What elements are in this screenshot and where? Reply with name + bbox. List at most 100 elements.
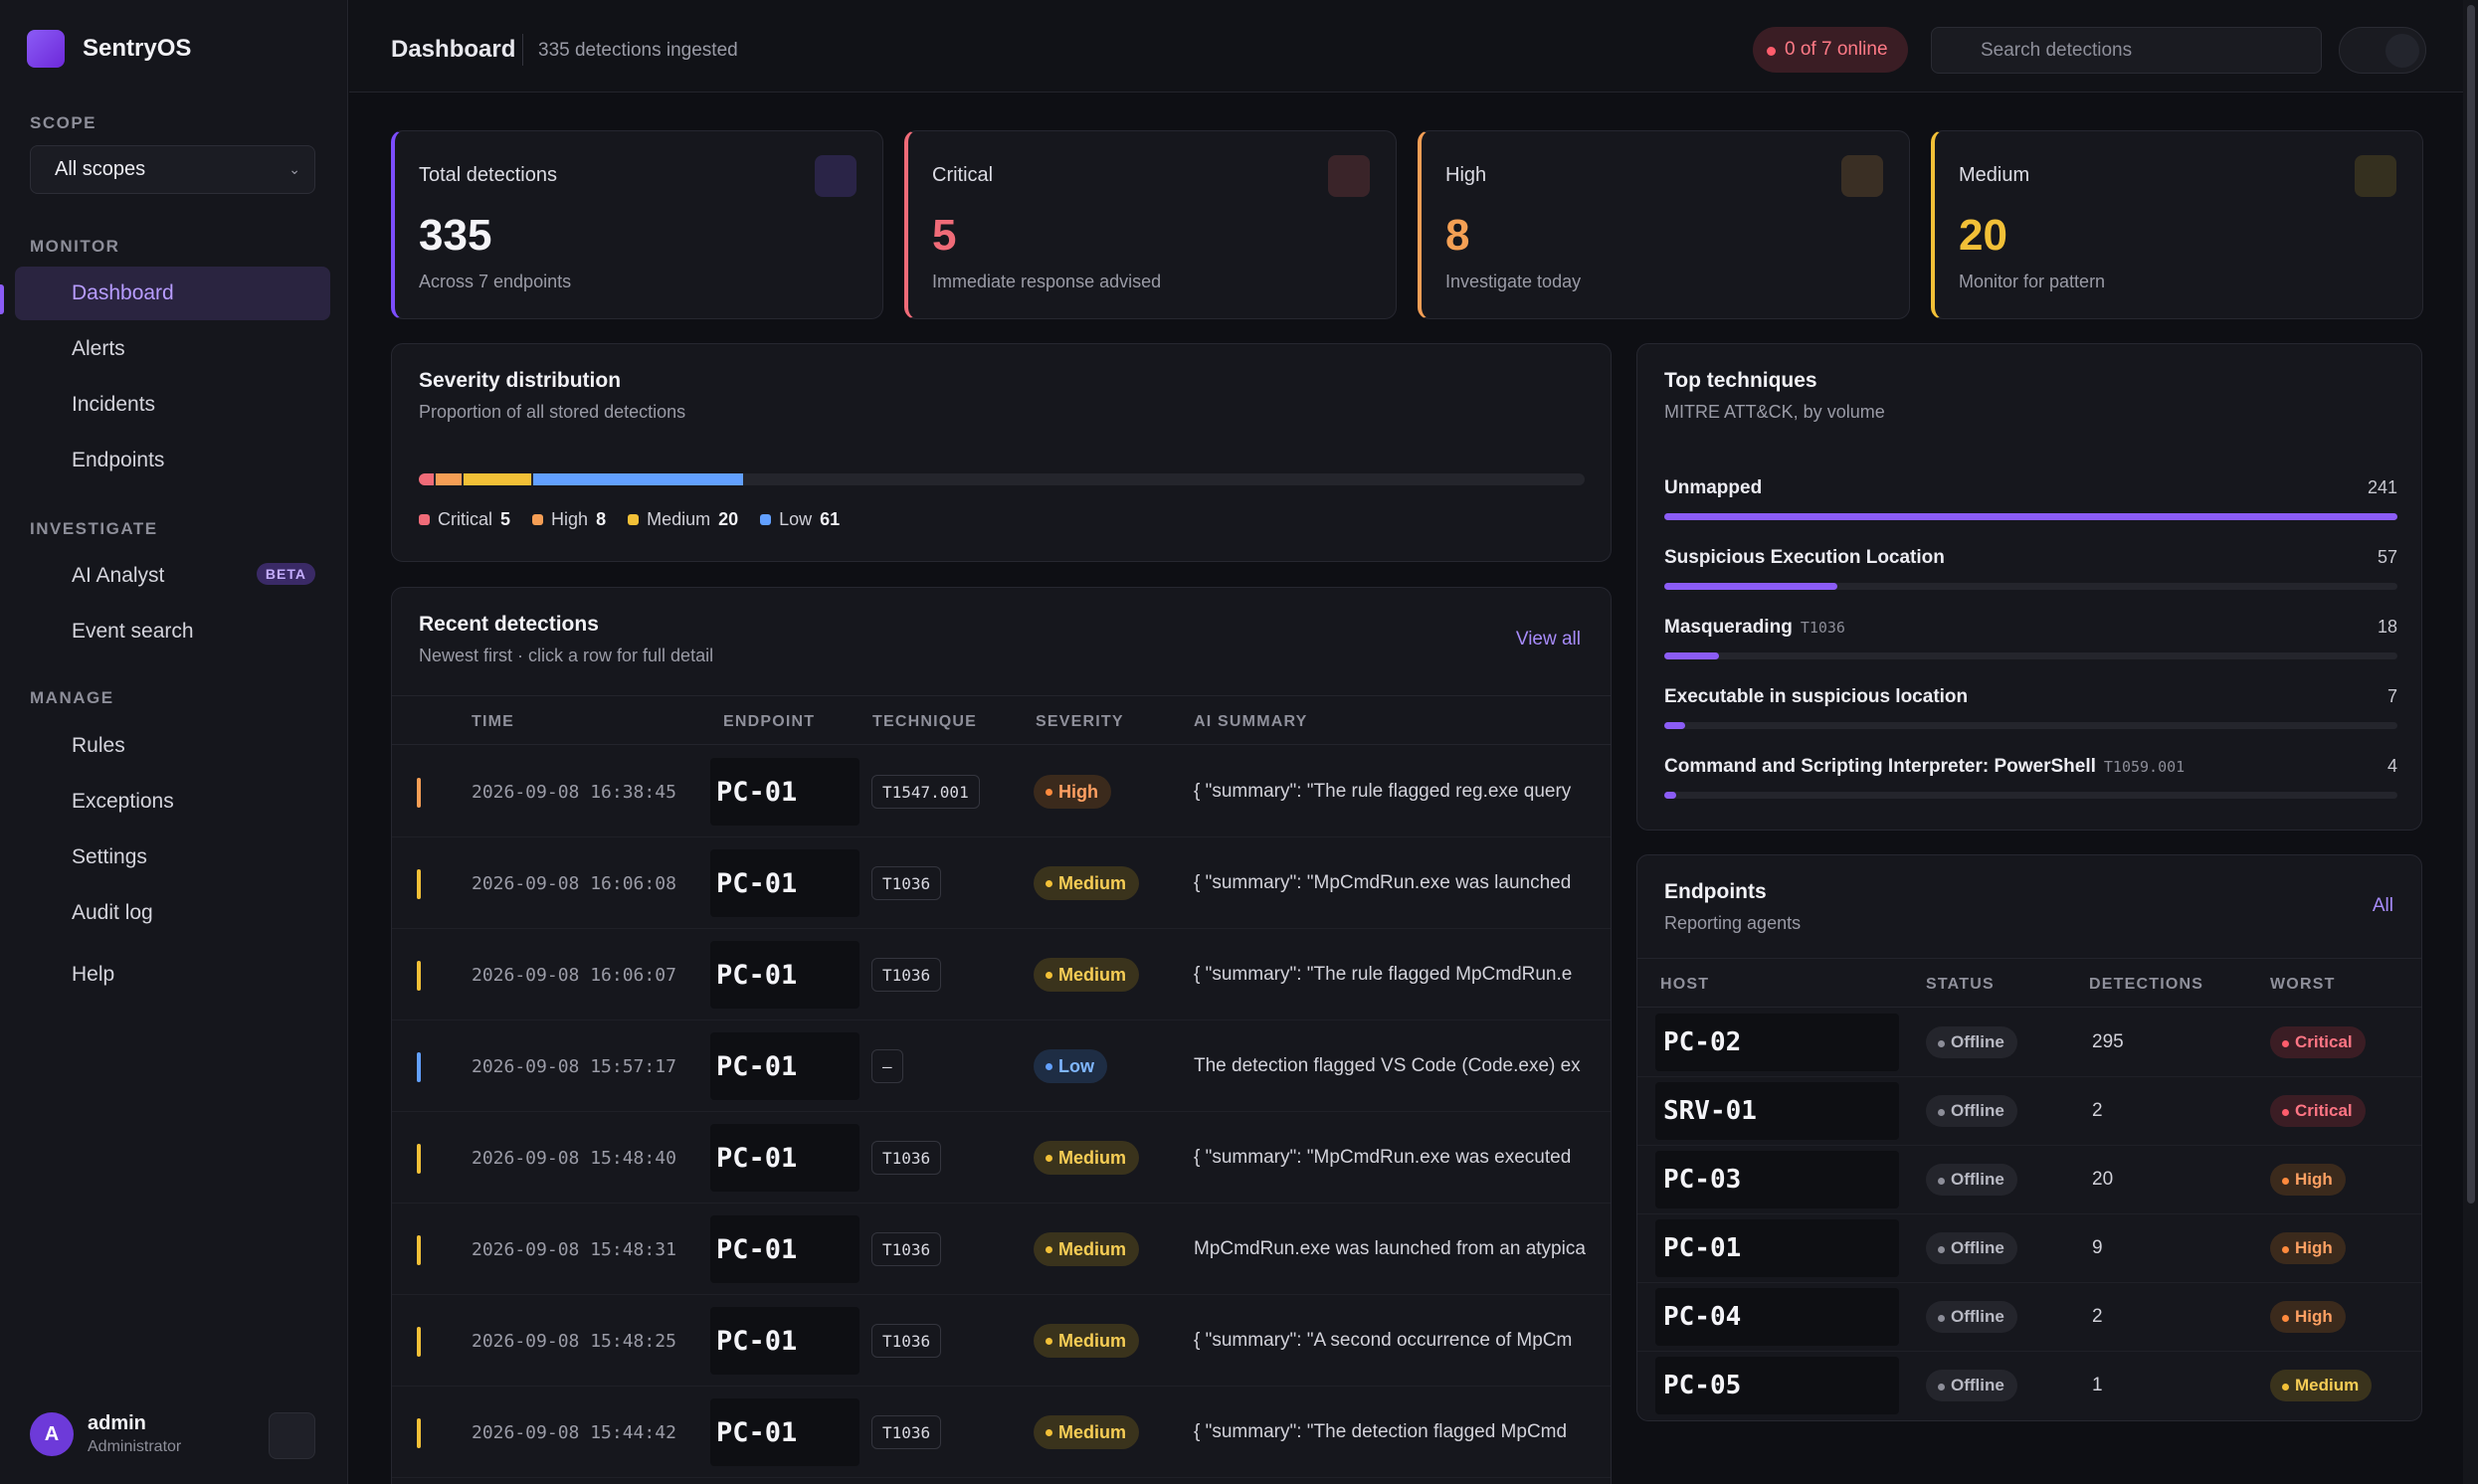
severity-badge: Low xyxy=(1034,1049,1107,1083)
nav-label: Audit log xyxy=(72,901,153,924)
severity-segment-medium xyxy=(464,473,531,485)
brand-logo-icon xyxy=(27,30,65,68)
kpi-high-card: High 8 Investigate today xyxy=(1418,130,1910,319)
detections-icon xyxy=(815,155,857,197)
severity-label: Medium xyxy=(1058,1238,1127,1259)
endpoint-row[interactable]: PC-03 Offline 20 High xyxy=(1637,1146,2421,1214)
table-row[interactable]: 2026-09-08 16:38:45 PC-01 T1547.001 High… xyxy=(392,746,1611,837)
nav-ai-analyst[interactable]: AI Analyst BETA xyxy=(15,549,330,603)
col-host[interactable]: HOST xyxy=(1660,976,1709,994)
scope-section-label: SCOPE xyxy=(30,113,97,132)
nav-event-search[interactable]: Event search xyxy=(15,605,330,658)
technique-label: Executable in suspicious location xyxy=(1664,686,1969,707)
col-time[interactable]: TIME xyxy=(472,713,514,731)
technique-id: T1036 xyxy=(1800,619,1845,637)
endpoint-host[interactable]: PC-05 xyxy=(1655,1357,1899,1414)
nav-settings[interactable]: Settings xyxy=(15,831,330,884)
row-endpoint[interactable]: PC-01 xyxy=(710,1307,859,1375)
severity-dot-icon xyxy=(1046,1155,1052,1162)
col-ai-summary[interactable]: AI SUMMARY xyxy=(1194,713,1308,731)
status-label: Offline xyxy=(1951,1170,2004,1189)
nav-label: Incidents xyxy=(72,393,156,416)
table-row[interactable]: 2026-09-08 15:48:31 PC-01 T1036 Medium M… xyxy=(392,1204,1611,1295)
endpoint-row[interactable]: PC-01 Offline 9 High xyxy=(1637,1214,2421,1283)
endpoint-host[interactable]: PC-02 xyxy=(1655,1014,1899,1071)
endpoint-detections: 20 xyxy=(2092,1169,2114,1190)
table-row[interactable]: 2026-09-08 16:06:07 PC-01 T1036 Medium {… xyxy=(392,929,1611,1020)
endpoint-host[interactable]: PC-03 xyxy=(1655,1151,1899,1208)
endpoint-host[interactable]: PC-04 xyxy=(1655,1288,1899,1346)
table-row[interactable]: 2026-09-08 15:57:17 PC-01 — Low The dete… xyxy=(392,1020,1611,1112)
nav-dashboard[interactable]: Dashboard xyxy=(15,267,330,320)
row-endpoint[interactable]: PC-01 xyxy=(710,941,859,1009)
nav-label: Help xyxy=(72,963,115,986)
scrollbar-thumb[interactable] xyxy=(2467,5,2475,1204)
severity-dot-icon xyxy=(2282,1246,2289,1253)
status-dot-icon xyxy=(1938,1384,1945,1391)
col-status[interactable]: STATUS xyxy=(1926,976,1995,994)
severity-dot-icon xyxy=(2282,1384,2289,1391)
nav-incidents[interactable]: Incidents xyxy=(15,378,330,432)
endpoint-host[interactable]: SRV-01 xyxy=(1655,1082,1899,1140)
endpoints-panel: Endpoints Reporting agents All HOST STAT… xyxy=(1636,854,2422,1421)
severity-dot-icon xyxy=(1046,1338,1052,1345)
row-time: 2026-09-08 15:48:31 xyxy=(472,1239,676,1260)
status-badge: Offline xyxy=(1926,1232,2017,1264)
kpi-caption: Investigate today xyxy=(1445,272,1582,291)
worst-severity-badge: Medium xyxy=(2270,1370,2373,1401)
severity-label: High xyxy=(2295,1307,2333,1326)
nav-endpoints[interactable]: Endpoints xyxy=(15,434,330,487)
row-endpoint[interactable]: PC-01 xyxy=(710,1124,859,1192)
severity-label: Medium xyxy=(1058,964,1127,985)
nav-rules[interactable]: Rules xyxy=(15,719,330,773)
view-all-link[interactable]: View all xyxy=(1516,629,1581,650)
table-row[interactable]: 2026-09-08 15:44:42 PC-01 T1036 Medium {… xyxy=(392,1387,1611,1478)
user-menu-button[interactable] xyxy=(269,1412,315,1459)
brand[interactable]: SentryOS xyxy=(27,30,191,68)
panel-subtitle: Reporting agents xyxy=(1664,913,1802,933)
scope-select[interactable]: All scopes ⌄ xyxy=(30,145,315,194)
endpoint-host[interactable]: PC-01 xyxy=(1655,1219,1899,1277)
severity-dot-icon xyxy=(2282,1178,2289,1185)
legend-label: Critical xyxy=(438,509,493,529)
row-time: 2026-09-08 16:06:08 xyxy=(472,873,676,894)
manage-section-label: MANAGE xyxy=(30,688,114,707)
row-endpoint[interactable]: PC-01 xyxy=(710,1032,859,1100)
kpi-value: 335 xyxy=(419,211,492,260)
nav-audit-log[interactable]: Audit log xyxy=(15,886,330,940)
investigate-section-label: INVESTIGATE xyxy=(30,519,158,538)
col-endpoint[interactable]: ENDPOINT xyxy=(723,713,815,731)
worst-severity-badge: High xyxy=(2270,1164,2346,1196)
theme-toggle[interactable] xyxy=(2339,27,2426,74)
col-worst[interactable]: WORST xyxy=(2270,976,2336,994)
row-summary: MpCmdRun.exe was launched from an atypic… xyxy=(1194,1238,1586,1259)
search-input[interactable]: Search detections xyxy=(1931,27,2322,74)
row-endpoint[interactable]: PC-01 xyxy=(710,1398,859,1466)
technique-bar-fill xyxy=(1664,652,1719,659)
status-label: Offline xyxy=(1951,1101,2004,1120)
endpoint-row[interactable]: PC-04 Offline 2 High xyxy=(1637,1283,2421,1352)
col-technique[interactable]: TECHNIQUE xyxy=(872,713,977,731)
technique-bar-track xyxy=(1664,652,2397,659)
table-row[interactable]: 2026-09-08 15:48:25 PC-01 T1036 Medium {… xyxy=(392,1295,1611,1387)
row-endpoint[interactable]: PC-01 xyxy=(710,758,859,826)
table-row[interactable]: 2026-09-08 16:06:08 PC-01 T1036 Medium {… xyxy=(392,837,1611,929)
technique-label: Suspicious Execution Location xyxy=(1664,547,1945,568)
row-endpoint[interactable]: PC-01 xyxy=(710,849,859,917)
user-profile[interactable]: A admin Administrator xyxy=(30,1412,181,1456)
status-label: Offline xyxy=(1951,1032,2004,1051)
nav-help[interactable]: Help xyxy=(15,948,330,1002)
nav-exceptions[interactable]: Exceptions xyxy=(15,775,330,829)
online-status-badge: 0 of 7 online xyxy=(1753,27,1908,73)
endpoint-row[interactable]: SRV-01 Offline 2 Critical xyxy=(1637,1077,2421,1146)
table-row[interactable]: 2026-09-08 15:48:40 PC-01 T1036 Medium {… xyxy=(392,1112,1611,1204)
endpoint-row[interactable]: PC-05 Offline 1 Medium xyxy=(1637,1352,2421,1420)
endpoint-row[interactable]: PC-02 Offline 295 Critical xyxy=(1637,1009,2421,1077)
nav-alerts[interactable]: Alerts xyxy=(15,322,330,376)
row-endpoint[interactable]: PC-01 xyxy=(710,1215,859,1283)
col-detections[interactable]: DETECTIONS xyxy=(2089,976,2203,994)
col-severity[interactable]: SEVERITY xyxy=(1036,713,1124,731)
technique-name: Suspicious Execution Location xyxy=(1664,547,1945,569)
all-endpoints-link[interactable]: All xyxy=(2373,895,2393,917)
panel-title: Endpoints xyxy=(1664,880,1767,903)
